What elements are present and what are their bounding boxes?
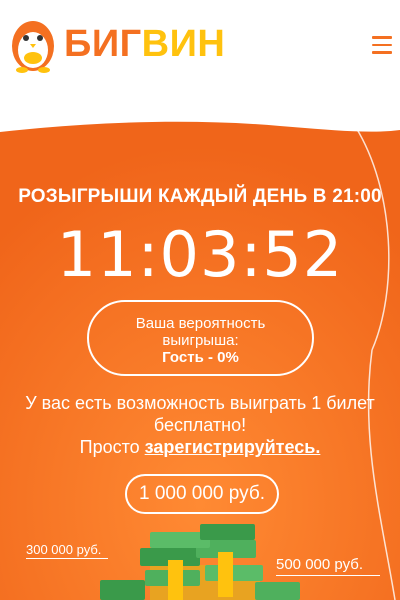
offer-prefix: Просто [79,437,145,457]
prize-label-right: 500 000 руб. [276,556,363,573]
logo-text[interactable]: БИГВИН [64,22,225,66]
offer-line1: У вас есть возможность выиграть 1 билет [25,393,375,413]
logo-part1: БИГ [64,23,142,65]
header: БИГВИН [0,0,400,100]
chance-label-line1: Ваша вероятность [135,315,266,332]
hamburger-menu-icon[interactable] [372,36,392,54]
countdown-timer: 11:03:52 [56,218,344,291]
win-chance-box: Ваша вероятность выигрыша: Гость - 0% [87,300,314,376]
register-link[interactable]: зарегистрируйтесь. [145,437,321,457]
draw-schedule-title: РОЗЫГРЫШИ КАЖДЫЙ ДЕНЬ В 21:00 [18,186,382,207]
offer-line2: бесплатно! [153,415,247,435]
money-pile-image [100,524,300,600]
prize-line-left [26,558,108,559]
chance-label-line2: выигрыша: [162,332,239,349]
free-ticket-offer: У вас есть возможность выиграть 1 билет … [0,392,400,458]
prize-label-left: 300 000 руб. [26,542,102,557]
prize-line-right [276,575,380,576]
offer-line3: Просто зарегистрируйтесь. [0,436,400,458]
penguin-mascot-icon[interactable] [8,14,58,74]
logo-part2: ВИН [141,23,226,65]
jackpot-badge: 1 000 000 руб. [125,474,279,514]
chance-value: Гость - 0% [162,349,239,366]
